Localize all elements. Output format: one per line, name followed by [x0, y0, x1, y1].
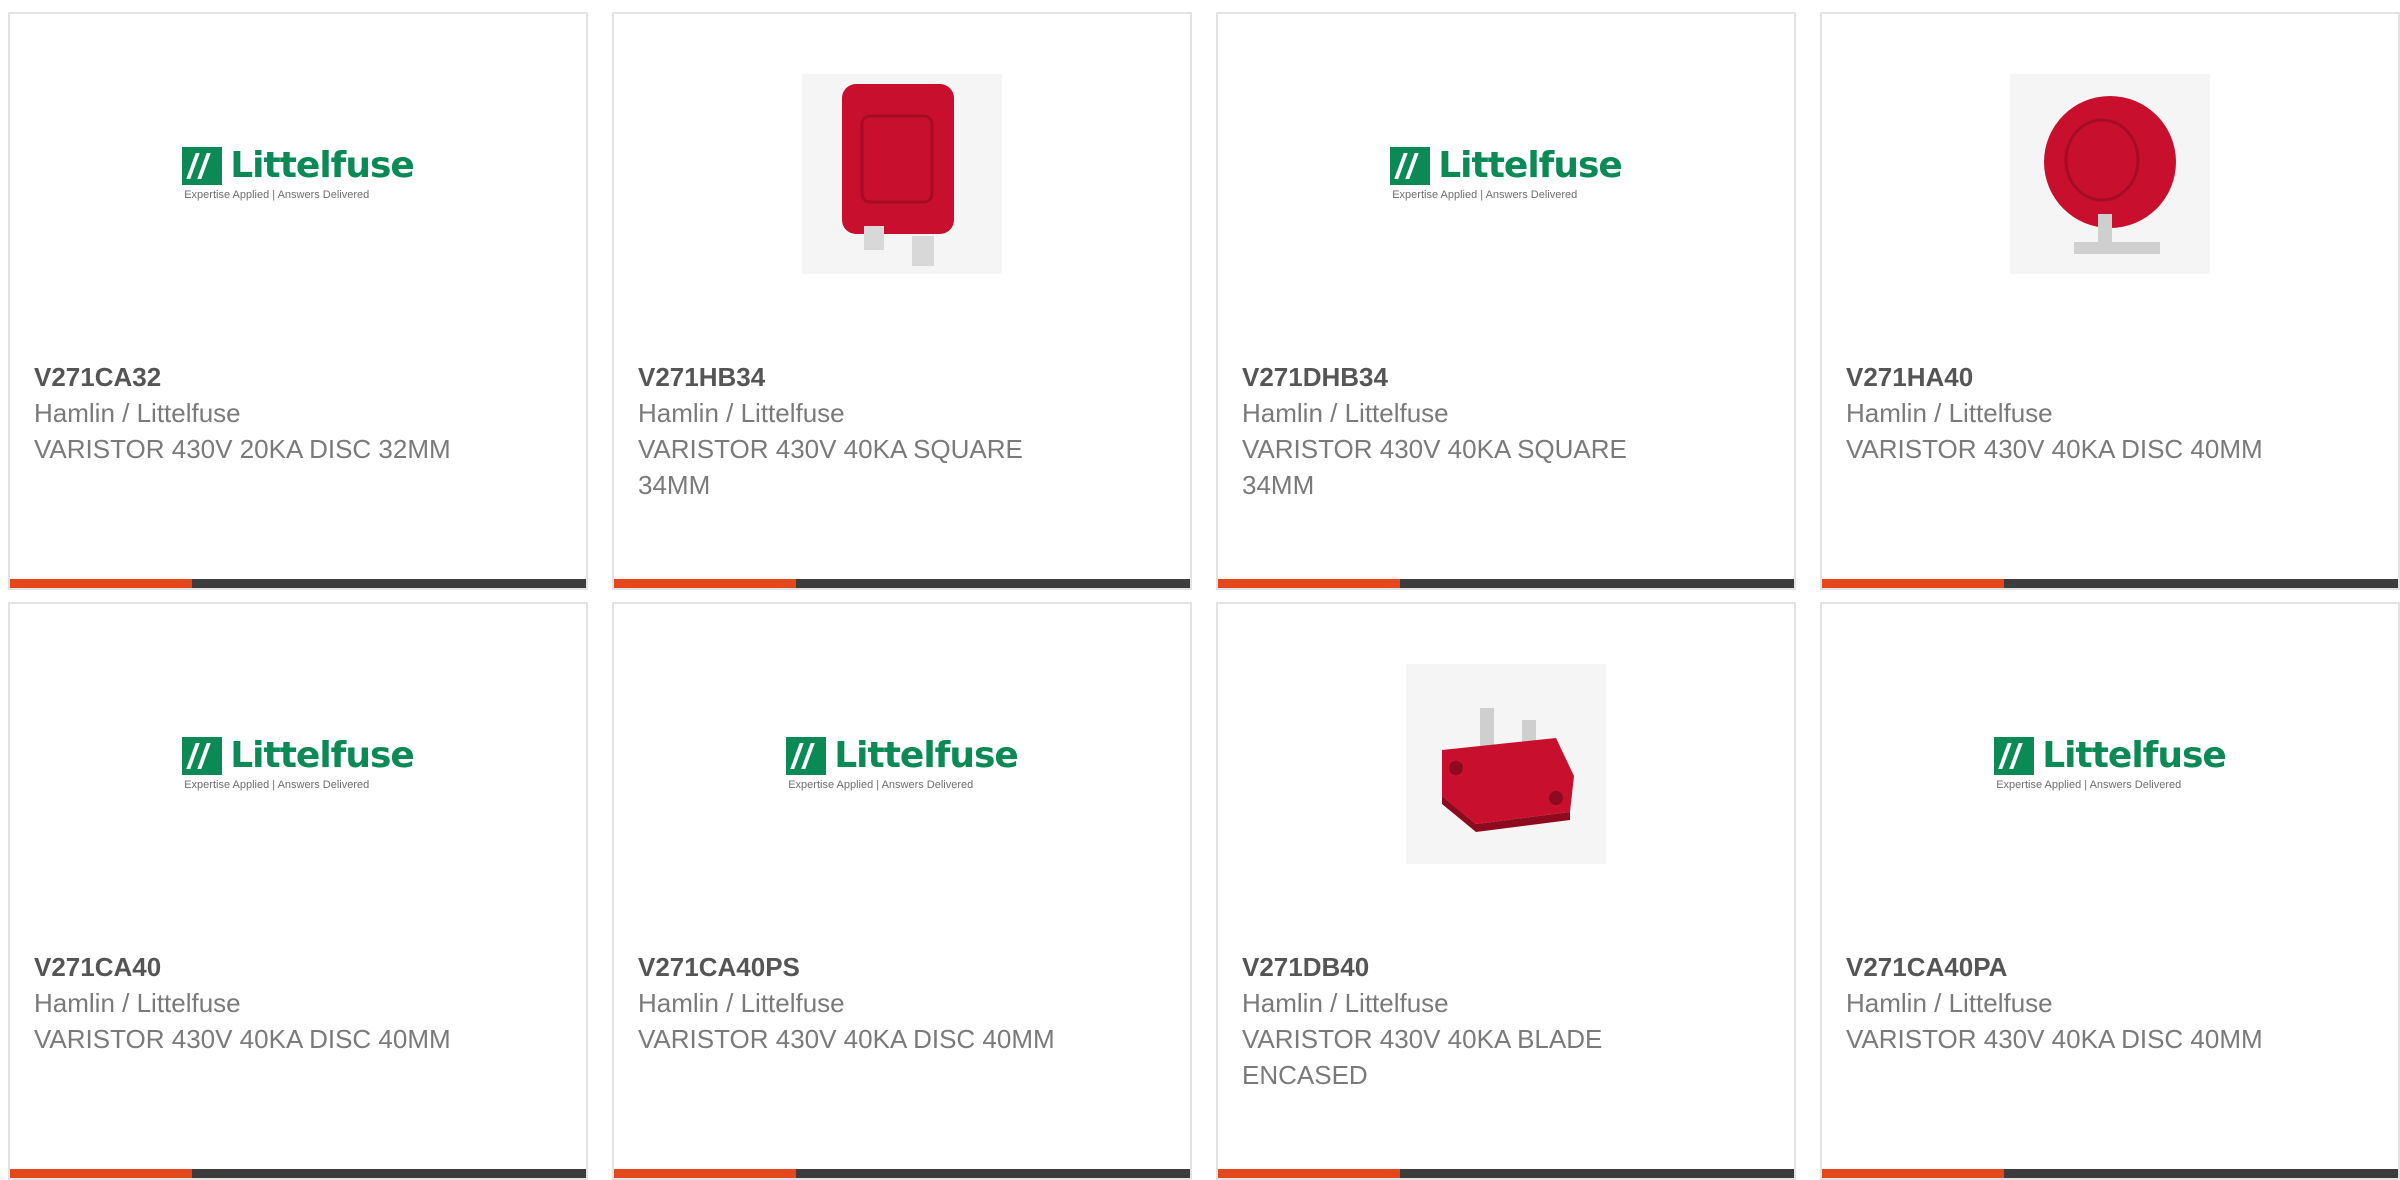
description: VARISTOR 430V 40KA DISC 40MM: [34, 1024, 451, 1054]
card-footer-bar: [1218, 1169, 1794, 1178]
part-number[interactable]: V271HA40: [1846, 359, 2266, 395]
littelfuse-mark-icon: [1994, 737, 2035, 775]
product-card[interactable]: V271HB34 Hamlin / Littelfuse VARISTOR 43…: [612, 12, 1192, 590]
littelfuse-logo: Littelfuse Expertise Applied | Answers D…: [1390, 145, 1623, 201]
part-number[interactable]: V271CA40: [34, 949, 454, 985]
card-footer-bar: [614, 1169, 1190, 1178]
littelfuse-mark-icon: [182, 737, 223, 775]
part-number[interactable]: V271CA40PA: [1846, 949, 2266, 985]
littelfuse-logo: Littelfuse Expertise Applied | Answers D…: [182, 145, 415, 201]
littelfuse-mark-icon: [786, 737, 827, 775]
card-footer-bar: [614, 579, 1190, 588]
card-footer-bar: [1822, 1169, 2398, 1178]
littelfuse-logo: Littelfuse Expertise Applied | Answers D…: [786, 735, 1019, 791]
part-number[interactable]: V271CA32: [34, 359, 454, 395]
manufacturer: Hamlin / Littelfuse: [1846, 988, 2053, 1018]
card-footer-bar: [10, 1169, 586, 1178]
product-thumbnail: Littelfuse Expertise Applied | Answers D…: [1218, 74, 1794, 274]
description: VARISTOR 430V 40KA BLADE ENCASED: [1242, 1024, 1603, 1090]
manufacturer: Hamlin / Littelfuse: [1242, 398, 1449, 428]
manufacturer: Hamlin / Littelfuse: [1242, 988, 1449, 1018]
product-thumbnail: Littelfuse Expertise Applied | Answers D…: [614, 664, 1190, 864]
part-number[interactable]: V271HB34: [638, 359, 1058, 395]
product-thumbnail: Littelfuse Expertise Applied | Answers D…: [1822, 664, 2398, 864]
description: VARISTOR 430V 40KA DISC 40MM: [1846, 1024, 2263, 1054]
description: VARISTOR 430V 40KA DISC 40MM: [638, 1024, 1055, 1054]
card-footer-bar: [10, 579, 586, 588]
blade-varistor-image: [1406, 664, 1606, 864]
product-card[interactable]: Littelfuse Expertise Applied | Answers D…: [8, 602, 588, 1180]
littelfuse-mark-icon: [1390, 147, 1431, 185]
part-number[interactable]: V271CA40PS: [638, 949, 1058, 985]
card-footer-bar: [1822, 579, 2398, 588]
square-varistor-image: [802, 74, 1002, 274]
disc-varistor-image: [2010, 74, 2210, 274]
description: VARISTOR 430V 20KA DISC 32MM: [34, 434, 451, 464]
product-thumbnail: Littelfuse Expertise Applied | Answers D…: [10, 664, 586, 864]
littelfuse-logo: Littelfuse Expertise Applied | Answers D…: [182, 735, 415, 791]
manufacturer: Hamlin / Littelfuse: [638, 988, 845, 1018]
product-card[interactable]: Littelfuse Expertise Applied | Answers D…: [1820, 602, 2400, 1180]
product-grid: Littelfuse Expertise Applied | Answers D…: [8, 12, 2400, 1180]
littelfuse-mark-icon: [182, 147, 223, 185]
manufacturer: Hamlin / Littelfuse: [638, 398, 845, 428]
littelfuse-logo: Littelfuse Expertise Applied | Answers D…: [1994, 735, 2227, 791]
description: VARISTOR 430V 40KA DISC 40MM: [1846, 434, 2263, 464]
product-card[interactable]: Littelfuse Expertise Applied | Answers D…: [612, 602, 1192, 1180]
product-thumbnail: [614, 74, 1190, 274]
product-card[interactable]: Littelfuse Expertise Applied | Answers D…: [1216, 12, 1796, 590]
part-number[interactable]: V271DHB34: [1242, 359, 1662, 395]
description: VARISTOR 430V 40KA SQUARE 34MM: [638, 434, 1023, 500]
description: VARISTOR 430V 40KA SQUARE 34MM: [1242, 434, 1627, 500]
product-thumbnail: Littelfuse Expertise Applied | Answers D…: [10, 74, 586, 274]
product-thumbnail: [1822, 74, 2398, 274]
card-footer-bar: [1218, 579, 1794, 588]
manufacturer: Hamlin / Littelfuse: [1846, 398, 2053, 428]
product-thumbnail: [1218, 664, 1794, 864]
manufacturer: Hamlin / Littelfuse: [34, 988, 241, 1018]
product-card[interactable]: Littelfuse Expertise Applied | Answers D…: [8, 12, 588, 590]
product-card[interactable]: V271DB40 Hamlin / Littelfuse VARISTOR 43…: [1216, 602, 1796, 1180]
product-card[interactable]: V271HA40 Hamlin / Littelfuse VARISTOR 43…: [1820, 12, 2400, 590]
manufacturer: Hamlin / Littelfuse: [34, 398, 241, 428]
part-number[interactable]: V271DB40: [1242, 949, 1662, 985]
